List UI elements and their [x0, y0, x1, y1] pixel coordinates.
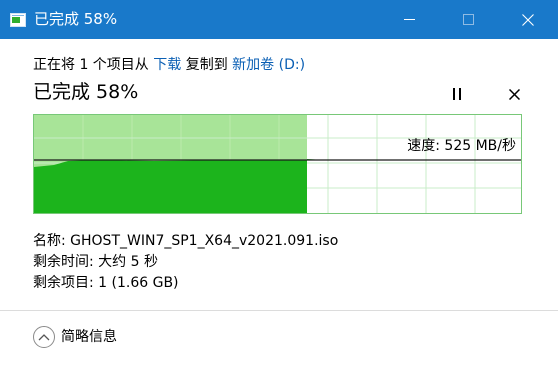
chevron-up-icon	[33, 326, 55, 348]
speed-graph-canvas	[34, 115, 521, 213]
window-title: 已完成 58%	[34, 10, 118, 28]
throughput-area	[34, 159, 324, 213]
fewer-details-label: 简略信息	[61, 329, 117, 345]
cancel-icon	[508, 85, 520, 104]
destination-drive-link[interactable]: 新加卷 (D:)	[232, 57, 305, 73]
copy-progress-dialog: 已完成 58% 正在将 1 个项目从 下载 复制到 新加卷 (D:) 已完成 5…	[0, 0, 558, 368]
maximize-button[interactable]	[445, 0, 491, 39]
close-icon	[522, 13, 534, 26]
copy-prefix-text: 正在将 1 个项目从	[33, 57, 154, 73]
speed-readout: 速度: 525 MB/秒	[407, 138, 516, 154]
transfer-details: 名称: GHOST_WIN7_SP1_X64_v2021.091.iso 剩余时…	[33, 231, 338, 294]
items-remaining: 剩余项目: 1 (1.66 GB)	[33, 275, 179, 291]
cancel-button[interactable]	[503, 84, 525, 104]
time-remaining: 剩余时间: 大约 5 秒	[33, 254, 158, 270]
source-folder-link[interactable]: 下载	[153, 57, 181, 73]
fewer-details-button[interactable]: 简略信息	[33, 325, 117, 349]
title-bar[interactable]: 已完成 58%	[0, 0, 558, 39]
progress-heading: 已完成 58%	[33, 81, 139, 103]
maximize-icon	[462, 14, 474, 25]
file-name: 名称: GHOST_WIN7_SP1_X64_v2021.091.iso	[33, 233, 339, 249]
copy-middle-text: 复制到	[181, 57, 233, 73]
copy-progress-icon	[10, 12, 26, 27]
pause-button[interactable]	[446, 84, 468, 104]
minimize-icon	[403, 14, 415, 25]
footer-divider	[0, 310, 558, 311]
pause-icon	[452, 85, 462, 104]
close-button[interactable]	[505, 0, 551, 39]
copy-description: 正在将 1 个项目从 下载 复制到 新加卷 (D:)	[33, 56, 305, 74]
speed-graph: 速度: 525 MB/秒	[33, 114, 522, 214]
minimize-button[interactable]	[386, 0, 432, 39]
